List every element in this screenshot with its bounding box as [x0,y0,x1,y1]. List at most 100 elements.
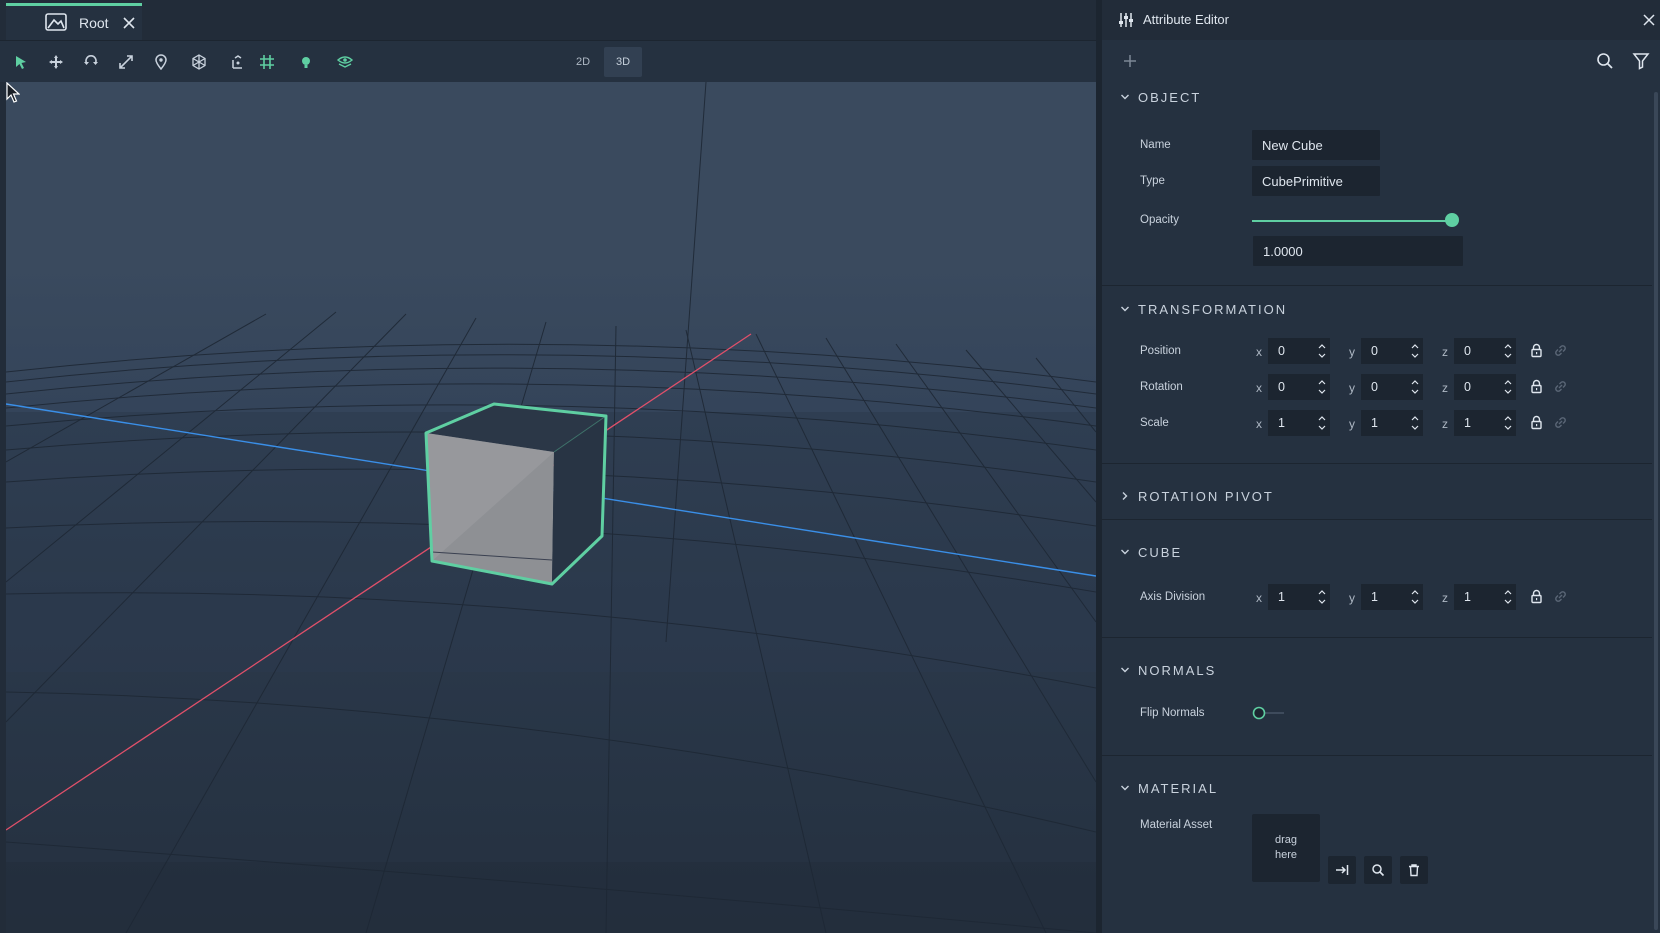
select-tool[interactable] [10,51,32,73]
scale-label: Scale [1140,417,1169,429]
axis-y-label: y [1349,345,1355,359]
arrow-to-line-icon [1336,865,1349,875]
pivot-icon [232,55,242,69]
attribute-editor-toolbar [1102,40,1660,82]
lock-icon[interactable] [1530,343,1543,358]
spinner-arrows-icon[interactable] [1411,377,1419,397]
spinner-arrows-icon[interactable] [1318,341,1326,361]
rotation-x-field[interactable]: 0 [1268,374,1330,400]
section-cube-header[interactable]: CUBE [1120,537,1182,567]
material-drop-zone[interactable]: drag here [1252,814,1320,882]
chevron-down-icon [1121,785,1129,791]
mesh-icon [192,54,206,70]
light-tool[interactable] [295,51,317,73]
spinner-arrows-icon[interactable] [1411,587,1419,607]
axis-z-label: z [1442,591,1448,605]
rotate-icon [84,55,98,65]
close-icon[interactable] [120,14,138,32]
link-icon[interactable] [1553,379,1568,394]
view-3d-button[interactable]: 3D [604,47,642,77]
position-label: Position [1140,345,1181,357]
scale-y-field[interactable]: 1 [1361,410,1423,436]
position-x-value: 0 [1278,344,1285,358]
axis-division-z-field[interactable]: 1 [1454,584,1516,610]
section-rotation-pivot-header[interactable]: ROTATION PIVOT [1120,481,1274,511]
viewport-pane: Root 2D 3D [0,0,1096,933]
lock-icon[interactable] [1530,589,1543,604]
grid-snap-tool[interactable] [256,51,278,73]
section-normals-header[interactable]: NORMALS [1120,655,1216,685]
tab-root[interactable]: Root [6,3,142,40]
scale-x-field[interactable]: 1 [1268,410,1330,436]
rotate-tool[interactable] [80,51,102,73]
spinner-arrows-icon[interactable] [1504,413,1512,433]
browse-material-button[interactable] [1364,856,1392,884]
axis-division-label: Axis Division [1140,591,1206,603]
close-icon[interactable] [1642,13,1656,27]
scale-z-field[interactable]: 1 [1454,410,1516,436]
axis-x-label: x [1256,591,1262,605]
pin-tool[interactable] [150,51,172,73]
axis-division-x-field[interactable]: 1 [1268,584,1330,610]
axis-division-z-value: 1 [1464,590,1471,604]
trash-icon [1409,864,1419,877]
spinner-arrows-icon[interactable] [1318,377,1326,397]
chevron-right-icon [1122,492,1128,500]
panel-title: Attribute Editor [1143,12,1229,27]
spinner-arrows-icon[interactable] [1411,413,1419,433]
rotation-z-value: 0 [1464,380,1471,394]
rotation-y-field[interactable]: 0 [1361,374,1423,400]
position-x-field[interactable]: 0 [1268,338,1330,364]
name-field[interactable]: New Cube [1252,130,1380,160]
section-transformation-header[interactable]: TRANSFORMATION [1120,294,1287,324]
plus-icon[interactable] [1121,52,1139,70]
scene-canvas[interactable] [6,82,1096,933]
assign-material-button[interactable] [1328,856,1356,884]
bulb-icon [302,57,310,68]
section-object-header[interactable]: OBJECT [1120,82,1201,112]
camera-view-tool[interactable] [334,51,356,73]
spinner-arrows-icon[interactable] [1411,341,1419,361]
mesh-tool[interactable] [188,51,210,73]
link-icon[interactable] [1553,415,1568,430]
position-z-value: 0 [1464,344,1471,358]
type-field: CubePrimitive [1252,166,1380,196]
delete-material-button[interactable] [1400,856,1428,884]
spinner-arrows-icon[interactable] [1504,377,1512,397]
spinner-arrows-icon[interactable] [1504,587,1512,607]
filter-icon[interactable] [1632,52,1650,70]
section-material-header[interactable]: MATERIAL [1120,773,1218,803]
3d-viewport[interactable] [6,82,1096,933]
search-icon[interactable] [1596,52,1614,70]
type-label: Type [1140,175,1165,187]
axis-division-y-field[interactable]: 1 [1361,584,1423,610]
rotation-z-field[interactable]: 0 [1454,374,1516,400]
position-z-field[interactable]: 0 [1454,338,1516,364]
scale-x-value: 1 [1278,416,1285,430]
spinner-arrows-icon[interactable] [1318,587,1326,607]
eye-layers-icon [337,56,353,68]
cube-mesh[interactable] [424,402,608,586]
lock-icon[interactable] [1530,379,1543,394]
spinner-arrows-icon[interactable] [1318,413,1326,433]
move-tool[interactable] [45,51,67,73]
pivot-tool[interactable] [227,51,249,73]
lock-icon[interactable] [1530,415,1543,430]
link-icon[interactable] [1553,589,1568,604]
drop-text-line2: here [1274,849,1298,861]
position-y-field[interactable]: 0 [1361,338,1423,364]
section-cube: CUBE Axis Division x 1 y 1 z 1 [1102,528,1652,638]
opacity-slider-track[interactable] [1252,220,1452,222]
opacity-slider-handle[interactable] [1445,213,1459,227]
axis-division-x-value: 1 [1278,590,1285,604]
section-transformation: TRANSFORMATION Position x 0 y 0 z 0 Rotation x 0 y… [1102,294,1652,464]
axis-y-label: y [1349,417,1355,431]
link-icon[interactable] [1553,343,1568,358]
spinner-arrows-icon[interactable] [1504,341,1512,361]
scrollbar[interactable] [1654,92,1658,930]
flip-normals-toggle[interactable] [1252,706,1286,720]
axis-y-label: y [1349,591,1355,605]
view-2d-button[interactable]: 2D [564,47,602,77]
scale-tool[interactable] [115,51,137,73]
opacity-field[interactable]: 1.0000 [1253,236,1463,266]
